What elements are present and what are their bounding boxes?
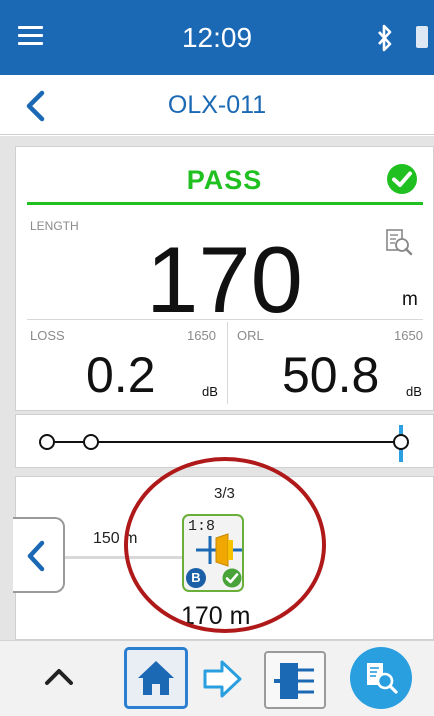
orl-value: 50.8	[282, 347, 380, 403]
link-overview-card[interactable]	[15, 414, 434, 468]
nav-bar: OLX-011	[0, 75, 434, 135]
track-node-end	[393, 434, 409, 450]
loss-label: LOSS	[30, 328, 65, 343]
length-unit: m	[402, 289, 418, 310]
element-counter: 3/3	[214, 485, 235, 502]
result-card: PASS LENGTH 170 m LOSS 1650 0.2 dB ORL 1…	[15, 146, 434, 411]
orl-unit: dB	[406, 384, 422, 399]
page-title: OLX-011	[167, 91, 267, 119]
status-bar: 12:09	[0, 0, 434, 75]
length-value: 170	[146, 227, 303, 332]
element-distance: 170 m	[181, 602, 251, 630]
report-button[interactable]	[350, 647, 412, 709]
orl-wavelength: 1650	[394, 328, 423, 343]
chevron-left-icon	[27, 540, 45, 572]
track-node	[83, 434, 99, 450]
home-button[interactable]	[124, 647, 188, 709]
verdict-underline	[27, 202, 423, 205]
report-magnifier-icon	[367, 663, 398, 694]
check-circle-icon	[222, 568, 242, 588]
link-map-card: 3/3 150 m 1:8 B 170 m	[13, 476, 434, 640]
verdict-text: PASS	[186, 165, 263, 195]
splitter-icon	[196, 533, 242, 567]
element-view-button[interactable]	[264, 651, 326, 709]
check-circle-icon	[387, 164, 417, 194]
loss-wavelength: 1650	[187, 328, 216, 343]
link-overview-track[interactable]	[16, 415, 434, 469]
orl-label: ORL	[237, 328, 264, 343]
chevron-up-icon[interactable]	[42, 663, 76, 689]
link-distance: 150 m	[93, 530, 138, 547]
bottom-toolbar	[0, 640, 434, 716]
divider	[27, 319, 423, 320]
home-icon	[138, 661, 174, 695]
clock: 12:09	[181, 22, 253, 53]
loss-unit: dB	[202, 384, 218, 399]
bluetooth-icon	[378, 24, 392, 52]
fiber-link-line	[65, 556, 183, 559]
arrow-right-icon	[203, 660, 242, 698]
track-node-start	[39, 434, 55, 450]
divider	[227, 322, 228, 404]
badge-b: B	[186, 568, 206, 588]
splitter-icon	[274, 663, 314, 699]
length-label: LENGTH	[30, 219, 79, 233]
loss-value: 0.2	[86, 347, 156, 403]
splitter-element[interactable]: 1:8 B	[182, 514, 244, 592]
prev-element-button[interactable]	[13, 517, 65, 593]
battery-icon	[416, 26, 428, 48]
